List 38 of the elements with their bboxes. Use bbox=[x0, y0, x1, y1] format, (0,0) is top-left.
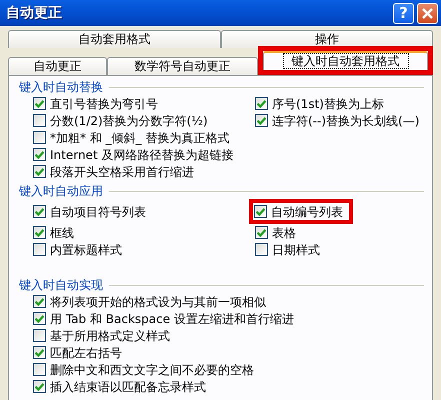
check-icon bbox=[35, 100, 44, 108]
checkbox[interactable]: 插入结束语以匹配备忘录样式 bbox=[33, 378, 206, 395]
check-icon bbox=[35, 382, 44, 390]
check-icon bbox=[35, 348, 44, 356]
checkbox[interactable]: 将列表项开始的格式设为与其前一项相似 bbox=[33, 293, 266, 310]
checkbox[interactable]: 删除中文和西文文字之间不必要的空格 bbox=[33, 361, 254, 378]
close-icon bbox=[422, 8, 433, 18]
window-title: 自动更正 bbox=[6, 4, 62, 22]
checkbox[interactable]: 连字符(--)替换为长划线(—) bbox=[255, 112, 420, 129]
tab[interactable]: 数学符号自动更正 bbox=[106, 57, 258, 75]
checkbox[interactable]: 内置标题样式 bbox=[33, 241, 122, 258]
help-button[interactable]: ? bbox=[393, 2, 414, 24]
checkbox[interactable]: 序号(1st)替换为上标 bbox=[255, 95, 384, 112]
checkbox[interactable]: 框线 bbox=[33, 224, 74, 241]
check-icon bbox=[257, 228, 266, 236]
checkbox[interactable]: 匹配左右括号 bbox=[33, 344, 122, 361]
checkbox[interactable]: 表格 bbox=[255, 224, 296, 241]
tab[interactable]: 自动套用格式 bbox=[8, 30, 220, 48]
group-heading: 键入时自动实现 bbox=[19, 277, 103, 293]
checkbox[interactable]: 段落开头空格采用首行缩进 bbox=[33, 163, 194, 180]
tab[interactable]: 自动更正 bbox=[8, 57, 107, 75]
checkbox[interactable]: *加粗* 和 _倾斜_ 替换为真正格式 bbox=[33, 129, 230, 146]
checkbox[interactable]: 分数(1/2)替换为分数字符(½) bbox=[33, 112, 208, 129]
checkbox[interactable]: 自动项目符号列表 bbox=[33, 203, 146, 220]
group-heading: 键入时自动替换 bbox=[19, 79, 103, 95]
check-icon bbox=[256, 208, 265, 216]
checkbox[interactable]: 基于所用格式定义样式 bbox=[33, 327, 170, 344]
checkbox[interactable]: 自动编号列表 bbox=[254, 203, 343, 220]
close-button[interactable] bbox=[417, 2, 438, 24]
check-icon bbox=[35, 208, 44, 216]
tab[interactable]: 操作 bbox=[220, 30, 433, 48]
checkbox[interactable]: Internet 及网络路径替换为超链接 bbox=[33, 146, 234, 163]
tab[interactable]: 键入时自动套用格式 bbox=[263, 51, 428, 70]
group-heading: 键入时自动应用 bbox=[19, 183, 103, 199]
check-icon bbox=[35, 228, 44, 236]
checkbox[interactable]: 用 Tab 和 Backspace 设置左缩进和首行缩进 bbox=[33, 310, 294, 327]
checkbox[interactable]: 直引号替换为弯引号 bbox=[33, 95, 158, 112]
checkbox[interactable]: 日期样式 bbox=[255, 241, 320, 258]
